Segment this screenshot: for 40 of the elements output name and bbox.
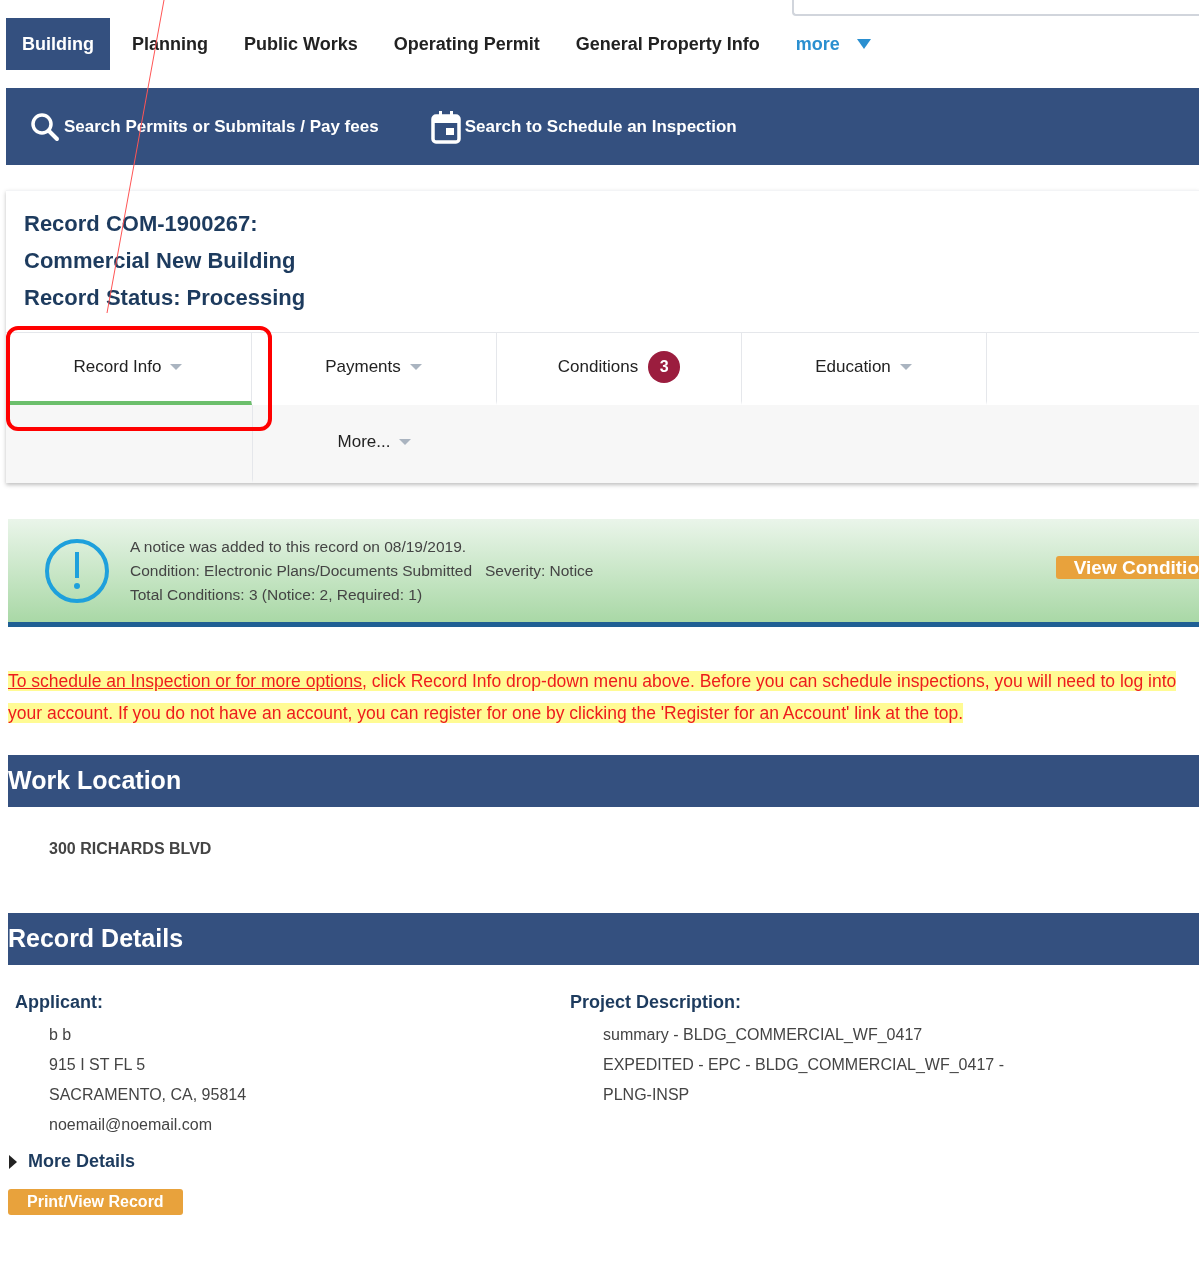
nav-tab[interactable]: Planning <box>114 18 226 70</box>
section-header: Record Details <box>8 913 1199 965</box>
nav-tab[interactable]: General Property Info <box>557 18 778 70</box>
expand-icon <box>8 1153 18 1170</box>
field-label: Project Description: <box>570 991 743 1014</box>
field-value: EXPEDITED - EPC - BLDG_COMMERCIAL_WF_0417 - <box>602 1055 1004 1075</box>
notice-text: Condition: Electronic Plans/Documents Submitted Severity: Notice <box>130 560 594 581</box>
search-icon <box>30 111 60 142</box>
field-value: SACRAMENTO, CA, 95814 <box>48 1085 248 1105</box>
record-title: Commercial New Building <box>24 247 297 275</box>
address-text: 300 RICHARDS BLVD <box>49 839 213 859</box>
search-field[interactable] <box>792 0 1199 16</box>
field-value: b b <box>48 1025 73 1045</box>
action-link[interactable]: Search to Schedule an Inspection <box>430 109 737 144</box>
record-tab[interactable]: Education <box>742 333 987 405</box>
record-tab[interactable]: Conditions 3 <box>497 333 742 405</box>
record-title: Record Status: Processing <box>24 284 307 312</box>
info-icon <box>44 537 110 604</box>
field-value: summary - BLDG_COMMERCIAL_WF_0417 <box>602 1025 924 1045</box>
nav-tab[interactable]: Building <box>6 18 110 70</box>
more-details-toggle[interactable]: More Details <box>8 1148 1199 1175</box>
record-tab[interactable]: More... <box>252 405 497 483</box>
notice-text: Total Conditions: 3 (Notice: 2, Required: 1) <box>130 584 424 605</box>
record-title: Record COM-1900267: <box>24 210 259 238</box>
calendar-icon <box>430 109 461 144</box>
action-link[interactable]: Search Permits or Submitals / Pay fees <box>30 111 379 142</box>
instruction-text: To schedule an Inspection or for more options, click Record Info drop-down menu above. Before you can schedule inspections, you will need to log into your account. If you do not have an account, you can register for one by clicking the 'Register for an Account' link at the top. <box>8 670 1178 725</box>
field-label: Applicant: <box>15 991 104 1014</box>
field-value: 915 I ST FL 5 <box>48 1055 147 1075</box>
section-header: Work Location <box>8 755 1199 807</box>
record-tab[interactable]: Payments <box>252 333 497 405</box>
notice-text: A notice was added to this record on 08/19/2019. <box>130 536 468 557</box>
instruction-link[interactable]: To schedule an Inspection or for more options <box>8 671 363 691</box>
more-menu[interactable]: more <box>777 18 890 70</box>
count-badge: 3 <box>648 351 681 383</box>
field-value: PLNG-INSP <box>602 1085 691 1105</box>
field-value: noemail@noemail.com <box>48 1115 213 1135</box>
caret-icon <box>855 38 872 50</box>
nav-tab[interactable]: Operating Permit <box>375 18 558 70</box>
nav-tab[interactable]: Public Works <box>226 18 376 70</box>
